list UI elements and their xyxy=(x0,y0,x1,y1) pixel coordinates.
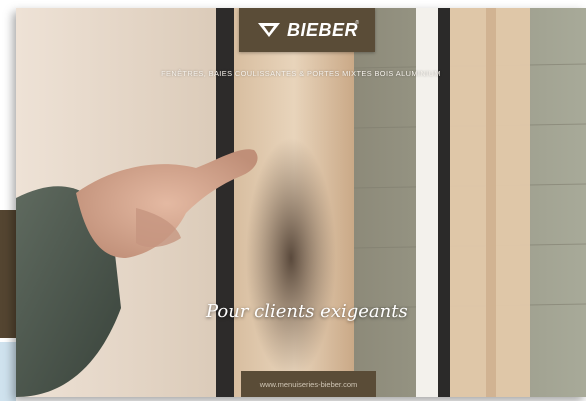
window-photo xyxy=(16,8,586,397)
bieber-logo-icon xyxy=(257,23,280,37)
tagline: FENÊTRES, BAIES COULISSANTES & PORTES MI… xyxy=(161,69,441,78)
side-block-dark xyxy=(0,210,16,338)
brand-name: BIEBER xyxy=(286,19,358,40)
brochure-card: BIEBER ® FENÊTRES, BAIES COULISSANTES & … xyxy=(16,8,586,397)
brand-logo[interactable]: BIEBER ® xyxy=(239,8,375,52)
slogan: Pour clients exigeants xyxy=(206,301,408,322)
registered-mark: ® xyxy=(355,20,359,26)
website-url: www.menuiseries-bieber.com xyxy=(259,379,358,389)
side-block-light xyxy=(0,342,16,401)
website-link[interactable]: www.menuiseries-bieber.com xyxy=(241,371,376,397)
